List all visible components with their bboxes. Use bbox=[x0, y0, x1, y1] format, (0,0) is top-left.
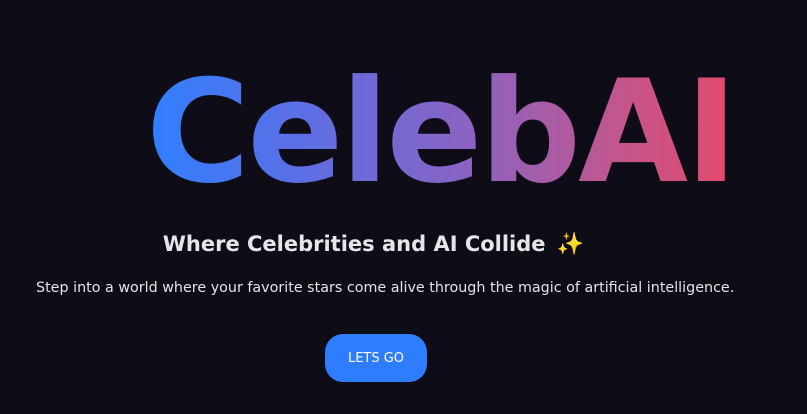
sparkles-icon: ✨ bbox=[556, 232, 585, 257]
tagline: Where Celebrities and AI Collide ✨ bbox=[0, 232, 747, 257]
lets-go-button[interactable]: LETS GO bbox=[325, 334, 427, 382]
hero-title: CelebAI bbox=[146, 50, 738, 215]
hero-description: Step into a world where your favorite st… bbox=[36, 280, 735, 296]
landing-page: CelebAI Where Celebrities and AI Collide… bbox=[0, 0, 807, 414]
tagline-text: Where Celebrities and AI Collide bbox=[162, 232, 546, 256]
